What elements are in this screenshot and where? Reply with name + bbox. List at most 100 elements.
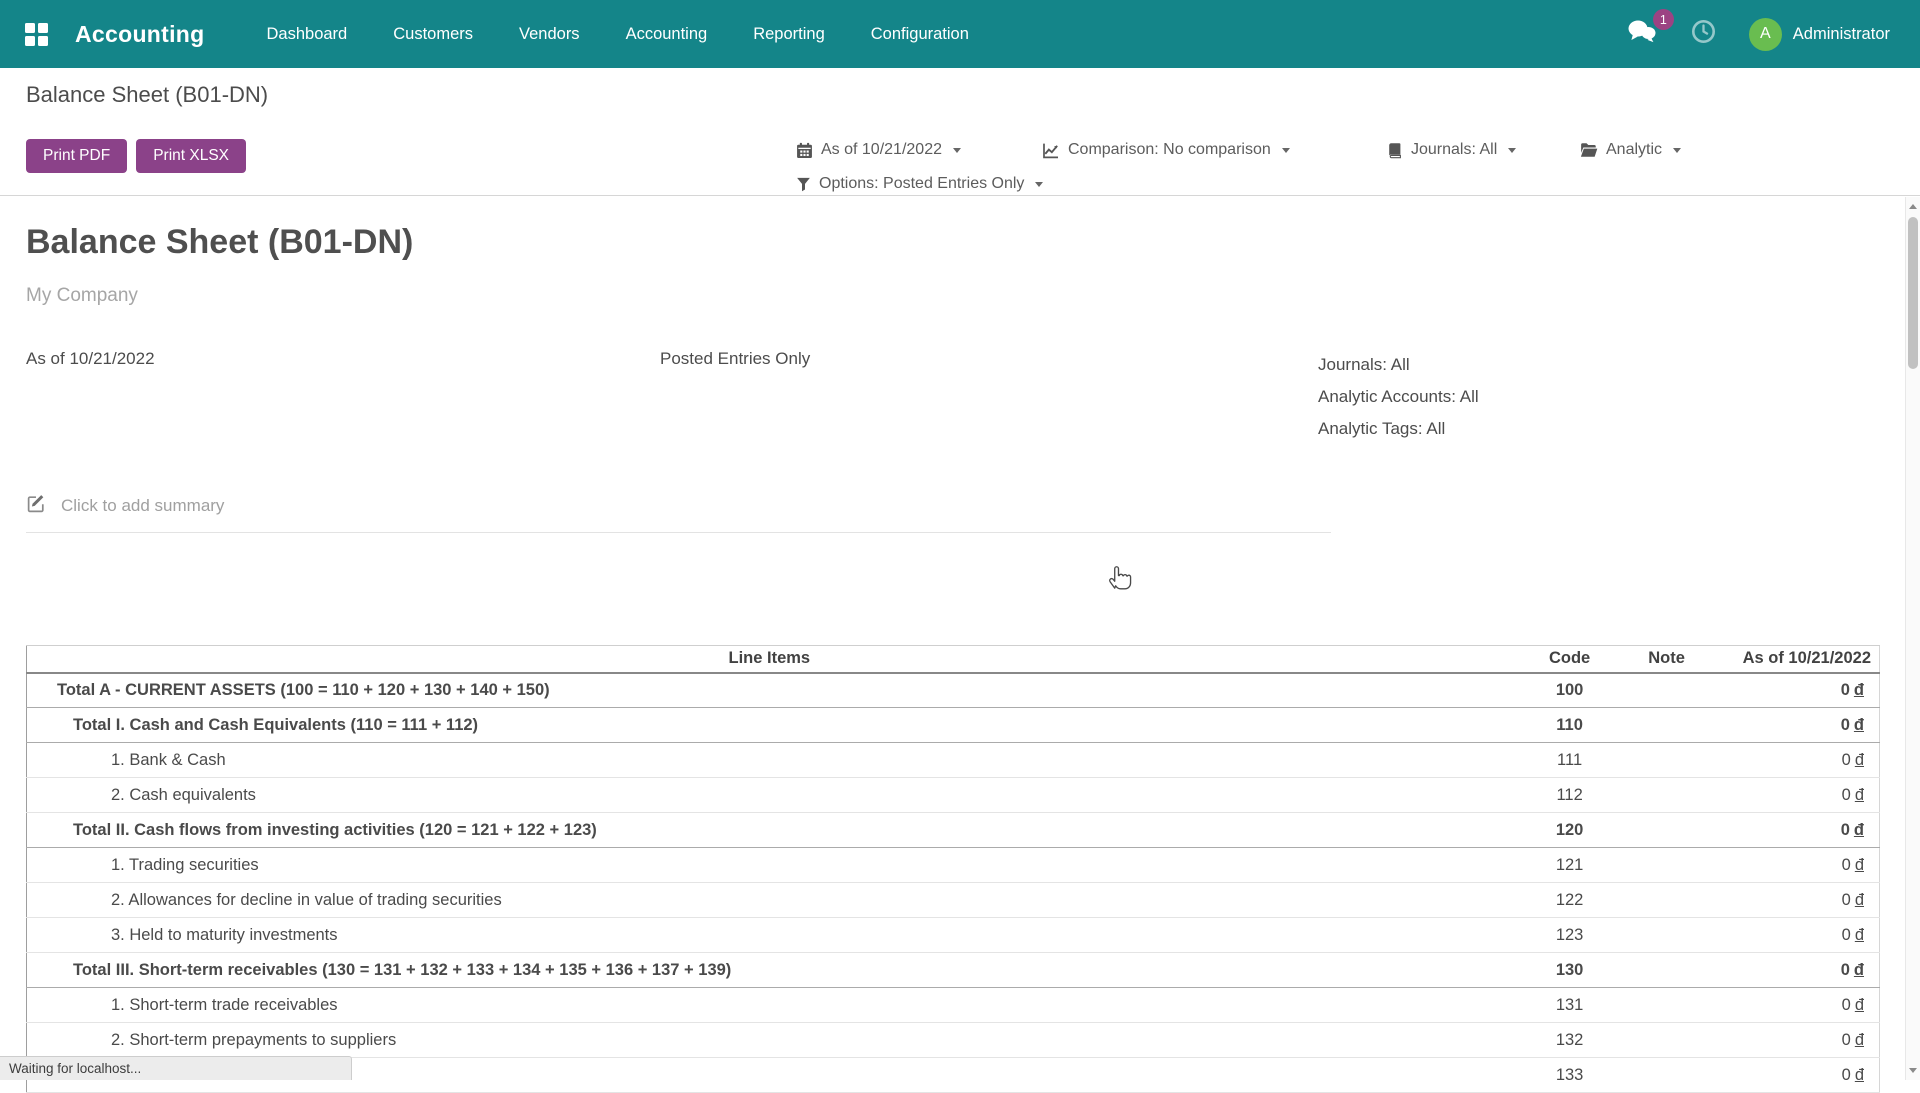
amount-value: 0 [1842,786,1851,804]
line-item-code: 120 [1512,813,1628,848]
line-item-code: 100 [1512,673,1628,708]
breadcrumb[interactable]: Balance Sheet (B01-DN) [26,82,268,108]
menu-item-dashboard[interactable]: Dashboard [267,25,348,44]
filter-funnel-icon [796,176,811,192]
browser-status-bubble: Waiting for localhost... [0,1056,352,1080]
amount-link[interactable]: 0đ [1841,961,1864,979]
control-panel: Balance Sheet (B01-DN) Print PDF Print X… [0,68,1920,196]
options-filter[interactable]: Options: Posted Entries Only [796,175,1043,193]
line-item-label[interactable]: Total I. Cash and Cash Equivalents (110 … [73,716,478,734]
chevron-down-icon [1035,182,1043,187]
clock-icon [1690,18,1717,50]
amount-link[interactable]: 0đ [1842,1066,1864,1084]
amount-value: 0 [1842,1066,1851,1084]
column-code: Code [1512,646,1628,673]
amount-link[interactable]: 0đ [1842,1031,1864,1049]
amount-value: 0 [1842,891,1851,909]
amount-link[interactable]: 0đ [1842,786,1864,804]
user-name: Administrator [1793,25,1890,44]
line-item-label[interactable]: Total A - CURRENT ASSETS (100 = 110 + 12… [57,681,550,699]
currency-symbol: đ [1854,821,1864,839]
currency-symbol: đ [1855,891,1864,909]
line-item-label[interactable]: 1. Short-term trade receivables [111,996,338,1014]
amount-link[interactable]: 0đ [1841,681,1864,699]
amount-link[interactable]: 0đ [1842,996,1864,1014]
amount-value: 0 [1842,996,1851,1014]
line-item-code: 111 [1512,743,1628,778]
line-item-label[interactable]: 2. Short-term prepayments to suppliers [111,1031,396,1049]
table-header-row: Line Items Code Note As of 10/21/2022 [27,646,1880,673]
table-row: 2. Allowances for decline in value of tr… [27,883,1880,918]
comparison-filter[interactable]: Comparison: No comparison [1042,141,1290,159]
analytic-filter[interactable]: Analytic [1580,141,1681,159]
menu-item-reporting[interactable]: Reporting [753,25,825,44]
amount-link[interactable]: 0đ [1841,821,1864,839]
line-item-label[interactable]: Total II. Cash flows from investing acti… [73,821,597,839]
column-note: Note [1628,646,1706,673]
print-pdf-button[interactable]: Print PDF [26,139,127,173]
chevron-down-icon [953,148,961,153]
table-row: 1. Trading securities 121 0đ [27,848,1880,883]
date-filter[interactable]: As of 10/21/2022 [796,141,961,159]
menu-item-accounting[interactable]: Accounting [626,25,708,44]
user-menu[interactable]: A Administrator [1749,18,1890,51]
folder-icon [1580,142,1598,158]
amount-link[interactable]: 0đ [1842,856,1864,874]
line-item-note [1628,673,1706,708]
journals-filter-label: Journals: All [1411,141,1497,159]
line-item-note [1628,1023,1706,1058]
app-name[interactable]: Accounting [75,21,205,48]
line-item-code: 131 [1512,988,1628,1023]
table-row: Total I. Cash and Cash Equivalents (110 … [27,708,1880,743]
menu-item-configuration[interactable]: Configuration [871,25,969,44]
vertical-scrollbar[interactable] [1905,197,1920,1080]
line-item-code: 130 [1512,953,1628,988]
mouse-cursor [1103,560,1133,599]
messages-button[interactable]: 1 [1626,18,1658,50]
amount-link[interactable]: 0đ [1841,716,1864,734]
scroll-up-arrow-icon[interactable] [1909,204,1917,209]
apps-menu-icon[interactable] [25,23,48,46]
add-summary-field[interactable]: Click to add summary [26,493,1331,533]
line-item-note [1628,918,1706,953]
line-item-label[interactable]: 2. Cash equivalents [111,786,256,804]
scroll-down-arrow-icon[interactable] [1909,1068,1917,1073]
journals-filter[interactable]: Journals: All [1387,141,1516,159]
menu-item-customers[interactable]: Customers [393,25,473,44]
currency-symbol: đ [1855,926,1864,944]
amount-value: 0 [1842,926,1851,944]
print-xlsx-button[interactable]: Print XLSX [136,139,246,173]
line-item-label[interactable]: Total III. Short-term receivables (130 =… [73,961,731,979]
top-navbar: Accounting Dashboard Customers Vendors Acco… [0,0,1920,68]
amount-link[interactable]: 0đ [1842,926,1864,944]
amount-link[interactable]: 0đ [1842,751,1864,769]
line-item-label[interactable]: 3. Held to maturity investments [111,926,338,944]
line-item-label[interactable]: 1. Bank & Cash [111,751,226,769]
report-journal-info: Journals: All Analytic Accounts: All Ana… [1318,349,1479,445]
comparison-filter-label: Comparison: No comparison [1068,141,1271,159]
activities-button[interactable] [1690,18,1717,50]
add-summary-placeholder: Click to add summary [61,496,224,516]
edit-pencil-icon [26,493,47,519]
line-item-label[interactable]: 1. Trading securities [111,856,259,874]
line-item-code: 121 [1512,848,1628,883]
currency-symbol: đ [1854,681,1864,699]
line-item-code: 132 [1512,1023,1628,1058]
table-row: 2. Short-term prepayments to suppliers 1… [27,1023,1880,1058]
line-item-label[interactable]: 2. Allowances for decline in value of tr… [111,891,502,909]
amount-link[interactable]: 0đ [1842,891,1864,909]
currency-symbol: đ [1855,1031,1864,1049]
currency-symbol: đ [1855,996,1864,1014]
scrollbar-thumb[interactable] [1908,217,1918,369]
table-row: 1. Bank & Cash 111 0đ [27,743,1880,778]
line-item-note [1628,743,1706,778]
line-item-code: 123 [1512,918,1628,953]
menu-item-vendors[interactable]: Vendors [519,25,580,44]
amount-value: 0 [1842,1031,1851,1049]
currency-symbol: đ [1854,961,1864,979]
line-item-code: 122 [1512,883,1628,918]
line-item-code: 110 [1512,708,1628,743]
line-item-note [1628,988,1706,1023]
line-item-note [1628,883,1706,918]
amount-value: 0 [1842,856,1851,874]
